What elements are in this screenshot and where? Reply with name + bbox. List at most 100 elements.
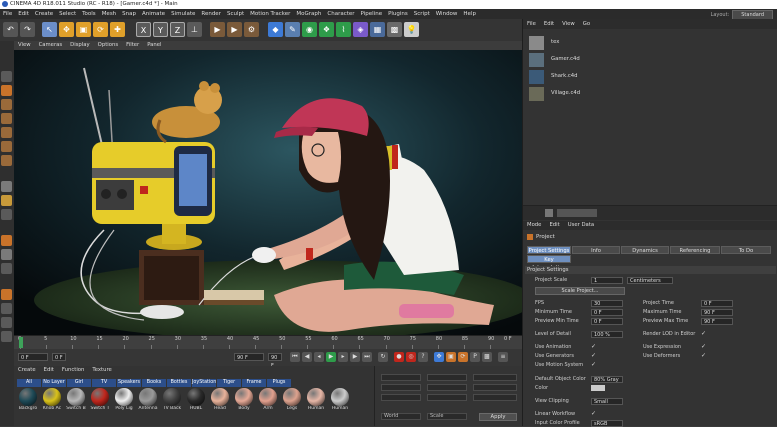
level-of-detail-field[interactable]: 100 % (591, 331, 623, 338)
menu-item-simulate[interactable]: Simulate (168, 9, 198, 19)
menu-item-script[interactable]: Script (411, 9, 433, 19)
material-tab-books[interactable]: Books (142, 379, 166, 387)
viewport-menu-options[interactable]: Options (94, 41, 122, 50)
material-menu-create[interactable]: Create (14, 366, 40, 375)
end-frame-field[interactable]: 90 F (234, 353, 264, 361)
axis-x-icon[interactable]: X (136, 22, 151, 37)
material-item[interactable]: Poly Lig (113, 388, 135, 411)
use-generators-checkbox[interactable]: ✓ (591, 353, 597, 359)
material-item[interactable]: Human (305, 388, 327, 411)
material-tab-no-layer[interactable]: No Layer (42, 379, 66, 387)
preview-min-time-field[interactable]: 0 F (591, 318, 623, 325)
maximum-time-field[interactable]: 90 F (701, 309, 733, 316)
camera-icon[interactable]: ▦ (370, 22, 385, 37)
size-z-field[interactable] (427, 394, 467, 401)
workplane-mode-icon[interactable] (1, 113, 12, 124)
material-item[interactable]: Switch T (89, 388, 111, 411)
use-expression-checkbox[interactable]: ✓ (701, 344, 707, 350)
material-item[interactable]: Body (233, 388, 255, 411)
polygon-mode-icon[interactable] (1, 155, 12, 166)
previous-key-icon[interactable]: ◀ (302, 352, 312, 362)
object-menu-view[interactable]: View (558, 19, 579, 29)
position-key-icon[interactable]: ✥ (434, 352, 444, 362)
size-y-field[interactable] (427, 384, 467, 391)
next-frame-icon[interactable]: ▸ (338, 352, 348, 362)
play-icon[interactable]: ▶ (326, 352, 336, 362)
preview-max-time-field[interactable]: 90 F (701, 318, 733, 325)
workplane-icon[interactable] (1, 249, 12, 260)
light-icon[interactable]: 💡 (404, 22, 419, 37)
autokey-icon[interactable]: ◎ (406, 352, 416, 362)
linear-workflow-checkbox[interactable]: ✓ (591, 411, 597, 417)
menu-item-animate[interactable]: Animate (139, 9, 168, 19)
viewport-solo-icon[interactable] (1, 209, 12, 220)
scale-icon[interactable]: ▣ (76, 22, 91, 37)
material-item[interactable]: Legs (281, 388, 303, 411)
viewport-menu-panel[interactable]: Panel (143, 41, 165, 50)
material-item[interactable]: Human (329, 388, 351, 411)
start-frame-field[interactable]: 0 F (18, 353, 48, 361)
viewport-menu-filter[interactable]: Filter (122, 41, 143, 50)
position-x-field[interactable] (381, 374, 421, 381)
menu-item-edit[interactable]: Edit (15, 9, 32, 19)
material-tab-speakers[interactable]: Speakers (117, 379, 141, 387)
edit-render-settings-icon[interactable]: ⚙ (244, 22, 259, 37)
current-frame-field[interactable]: 0 F (52, 353, 66, 361)
timeline-ruler[interactable]: 0510152025303540455055606570758085900 F (14, 335, 522, 350)
undo-icon[interactable]: ↶ (3, 22, 18, 37)
recent-tool-icon[interactable]: ✚ (110, 22, 125, 37)
viewport-menu-display[interactable]: Display (66, 41, 94, 50)
go-to-start-icon[interactable]: ⏮ (290, 352, 300, 362)
locked-workplane-icon[interactable] (1, 263, 12, 274)
tab-key-interpolation[interactable]: Key Interpolation (527, 255, 571, 271)
point-mode-icon[interactable] (1, 127, 12, 138)
tweak-mode-icon[interactable] (1, 195, 12, 206)
timeline-menu-icon[interactable]: ≡ (498, 352, 508, 362)
record-icon[interactable]: ● (394, 352, 404, 362)
model-mode-icon[interactable] (1, 85, 12, 96)
menu-item-motion-tracker[interactable]: Motion Tracker (247, 9, 293, 19)
subdivision-icon[interactable]: ◉ (302, 22, 317, 37)
menu-item-character[interactable]: Character (324, 9, 357, 19)
axis-z-icon[interactable]: Z (170, 22, 185, 37)
render-picture-queue-icon[interactable]: ▶ (227, 22, 242, 37)
coordinate-system-icon[interactable]: ⊥ (187, 22, 202, 37)
align-workplane-icon[interactable] (1, 317, 12, 328)
use-motion-system-checkbox[interactable]: ✓ (591, 362, 597, 368)
pen-spline-icon[interactable]: ✎ (285, 22, 300, 37)
quantize-icon[interactable] (1, 331, 12, 342)
tab-referencing[interactable]: Referencing (670, 246, 720, 254)
use-animation-checkbox[interactable]: ✓ (591, 344, 597, 350)
material-menu-texture[interactable]: Texture (88, 366, 115, 375)
menu-item-mograph[interactable]: MoGraph (293, 9, 324, 19)
default-object-color-dropdown[interactable]: 80% Gray (591, 376, 623, 383)
material-tab-girl[interactable]: Girl (67, 379, 91, 387)
menu-item-tools[interactable]: Tools (79, 9, 99, 19)
apply-button[interactable]: Apply (479, 413, 517, 421)
use-deformers-checkbox[interactable]: ✓ (701, 353, 707, 359)
menu-item-window[interactable]: Window (433, 9, 461, 19)
mode-icon[interactable] (545, 209, 553, 217)
material-tab-all[interactable]: All (17, 379, 41, 387)
material-item[interactable]: Head (209, 388, 231, 411)
scene-floor-icon[interactable]: ◈ (353, 22, 368, 37)
rotation-h-field[interactable] (473, 374, 517, 381)
material-item[interactable]: Antenna (137, 388, 159, 411)
loop-icon[interactable]: ↻ (378, 352, 388, 362)
material-tab-tiger[interactable]: Tiger (217, 379, 241, 387)
scale-project-button[interactable]: Scale Project... (535, 287, 625, 295)
material-item[interactable]: Arm (257, 388, 279, 411)
cube-icon[interactable]: ◆ (268, 22, 283, 37)
size-x-field[interactable] (427, 374, 467, 381)
material-menu-edit[interactable]: Edit (40, 366, 58, 375)
render-lod-checkbox[interactable]: ✓ (701, 331, 707, 337)
grid-icon[interactable]: ▩ (387, 22, 402, 37)
material-item[interactable]: TV Back (161, 388, 183, 411)
live-select-icon[interactable]: ↖ (42, 22, 57, 37)
pla-key-icon[interactable]: ▩ (482, 352, 492, 362)
deformer-icon[interactable]: ⌇ (336, 22, 351, 37)
minimum-time-field[interactable]: 0 F (591, 309, 623, 316)
material-item[interactable]: Backgro (17, 388, 39, 411)
rotation-b-field[interactable] (473, 394, 517, 401)
texture-mode-icon[interactable] (1, 99, 12, 110)
